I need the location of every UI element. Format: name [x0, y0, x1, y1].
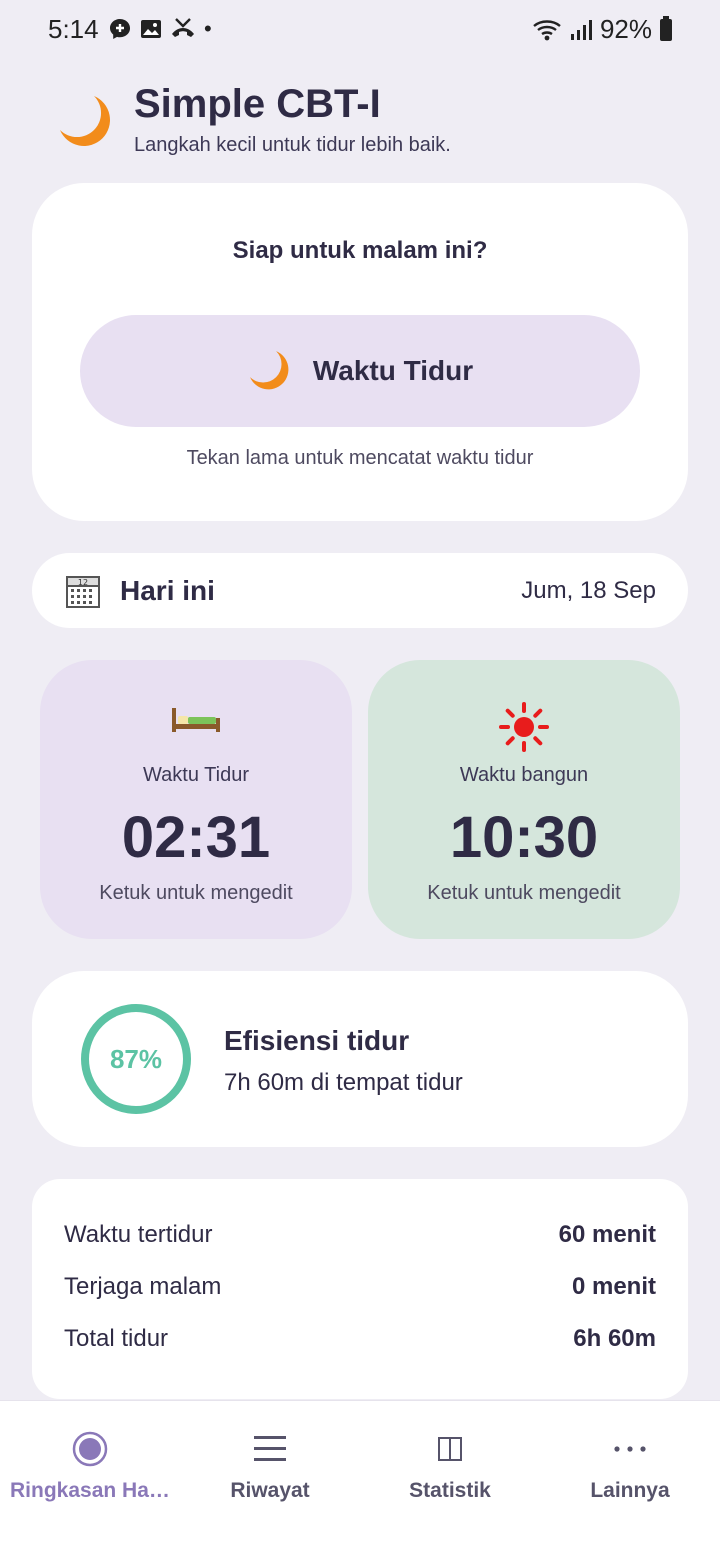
nav-label: Ringkasan Harian: [10, 1479, 180, 1502]
stat-row-total-sleep: Total tidur 6h 60m: [64, 1325, 656, 1361]
nav-label: Statistik: [409, 1479, 491, 1502]
stats-card: Waktu tertidur 60 menit Terjaga malam 0 …: [32, 1179, 688, 1399]
wake-time-label: Waktu bangun: [459, 764, 589, 786]
today-card: 12 Hari ini Jum, 18 Sep: [32, 553, 688, 628]
nav-label: Lainnya: [590, 1479, 670, 1502]
bottom-nav: Ringkasan Harian Riwayat Statistik Lainn…: [0, 1400, 720, 1560]
battery-icon: [660, 15, 672, 41]
bedtime-button[interactable]: Waktu Tidur: [80, 315, 640, 427]
stat-value: 0 menit: [571, 1273, 656, 1300]
app-title: Simple CBT-I: [134, 82, 381, 126]
nav-icon-wrap: [540, 1429, 720, 1469]
nav-label: Riwayat: [230, 1479, 310, 1502]
app-subtitle: Langkah kecil untuk tidur lebih baik.: [134, 134, 451, 156]
sun-icon-wrap: [368, 702, 680, 752]
list-icon: [254, 1436, 286, 1461]
radio-dot-icon: [72, 1431, 108, 1467]
stat-value: 60 menit: [558, 1221, 656, 1248]
nav-item-statistics[interactable]: Statistik: [360, 1401, 540, 1541]
efficiency-card: 87% Efisiensi tidur 7h 60m di tempat tid…: [32, 971, 688, 1147]
nav-item-summary[interactable]: Ringkasan Harian: [0, 1401, 180, 1541]
stat-label: Terjaga malam: [64, 1273, 222, 1300]
book-icon: [438, 1437, 462, 1461]
bed-icon: [172, 708, 220, 732]
bed-icon-wrap: [40, 702, 352, 734]
messenger-icon: [110, 19, 130, 39]
status-bar: 5:14 • 92%: [0, 0, 720, 60]
dot-icon: •: [204, 16, 212, 41]
sleep-time-label: Waktu Tidur: [143, 764, 249, 786]
stat-label: Total tidur: [64, 1325, 169, 1352]
wifi-icon: [533, 19, 561, 40]
wake-time-card[interactable]: Waktu bangun 10:30 Ketuk untuk mengedit: [368, 660, 680, 939]
nav-icon-wrap: [360, 1429, 540, 1469]
nav-item-history[interactable]: Riwayat: [180, 1401, 360, 1541]
app-header: Simple CBT-I Langkah kecil untuk tidur l…: [56, 82, 676, 162]
more-icon: [614, 1446, 646, 1452]
signal-icon: [570, 19, 592, 40]
bedtime-hint: Tekan lama untuk mencatat waktu tidur: [186, 447, 534, 469]
stat-label: Waktu tertidur: [64, 1221, 213, 1248]
efficiency-percent: 87%: [109, 1044, 163, 1074]
image-icon: [141, 20, 161, 38]
today-date: Jum, 18 Sep: [521, 577, 656, 604]
wake-time-value: 10:30: [449, 805, 599, 870]
nav-item-more[interactable]: Lainnya: [540, 1401, 720, 1541]
sun-icon: [499, 702, 549, 752]
status-time: 5:14: [48, 14, 99, 44]
bedtime-button-label: Waktu Tidur: [312, 355, 474, 386]
nav-icon-wrap: [180, 1429, 360, 1469]
missed-call-icon: [172, 18, 194, 37]
bedtime-card: Siap untuk malam ini? Waktu Tidur Tekan …: [32, 183, 688, 521]
stat-row-fall-asleep: Waktu tertidur 60 menit: [64, 1221, 656, 1257]
notification-icons: •: [108, 16, 212, 42]
wake-time-hint: Ketuk untuk mengedit: [427, 882, 621, 904]
sleep-time-card[interactable]: Waktu Tidur 02:31 Ketuk untuk mengedit: [40, 660, 352, 939]
bedtime-prompt: Siap untuk malam ini?: [232, 237, 488, 264]
stat-row-awake-night: Terjaga malam 0 menit: [64, 1273, 656, 1309]
svg-text:12: 12: [78, 578, 88, 587]
sleep-time-hint: Ketuk untuk mengedit: [99, 882, 293, 904]
sleep-time-value: 02:31: [121, 805, 271, 870]
efficiency-subtitle: 7h 60m di tempat tidur: [224, 1069, 463, 1096]
battery-percent: 92%: [599, 14, 652, 44]
stat-value: 6h 60m: [573, 1325, 656, 1352]
crescent-moon-icon: [60, 96, 110, 146]
status-system-icons: 92%: [532, 14, 672, 45]
calendar-icon: 12: [66, 576, 100, 608]
nav-icon-wrap: [0, 1429, 180, 1469]
efficiency-title: Efisiensi tidur: [224, 1025, 410, 1056]
crescent-moon-icon: [249, 351, 289, 390]
today-label: Hari ini: [120, 575, 215, 606]
